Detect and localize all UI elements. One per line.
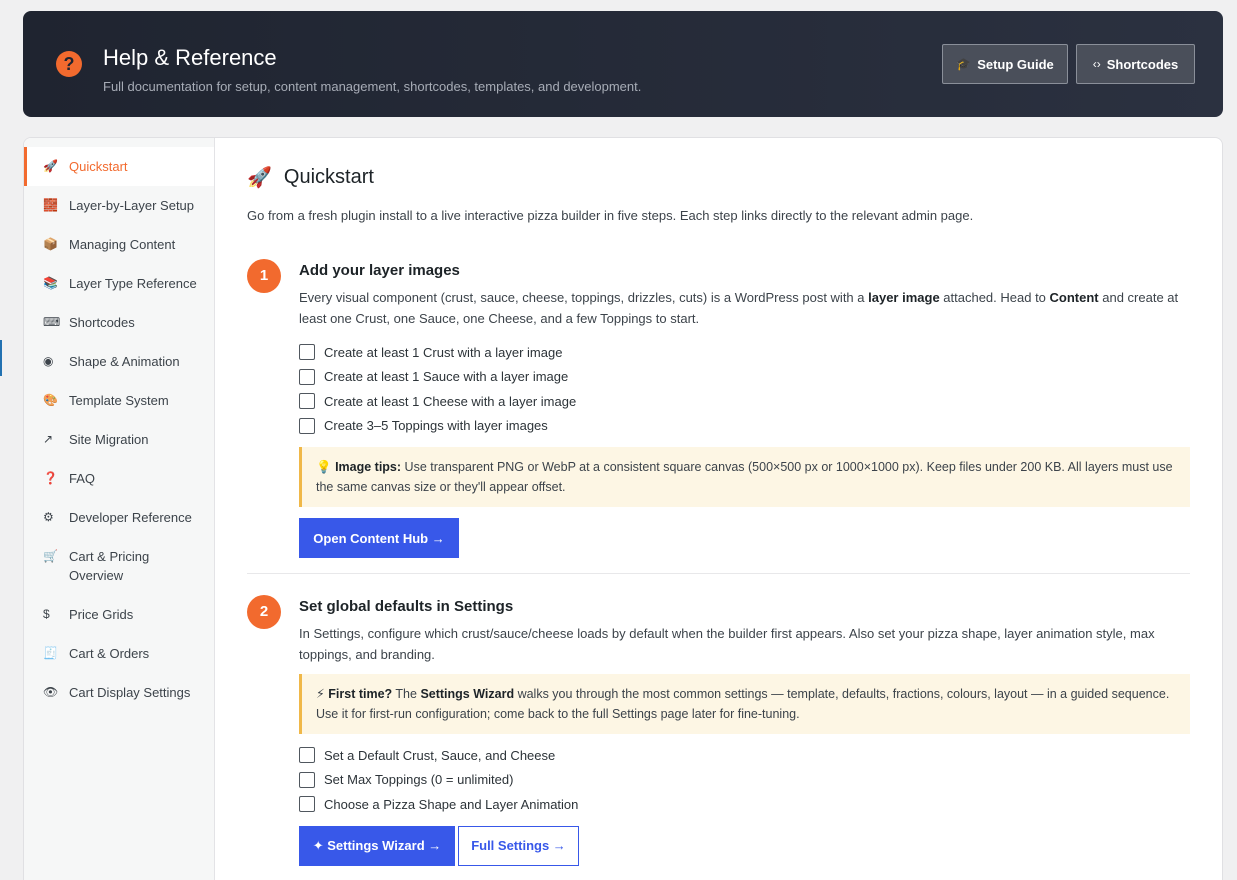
sidebar-item-site-migration[interactable]: ↗ Site Migration xyxy=(24,420,214,459)
sidebar-item-label: Cart & Pricing Overview xyxy=(69,549,150,583)
step-description: In Settings, configure which crust/sauce… xyxy=(299,626,1155,662)
lightbulb-icon: 💡 xyxy=(316,460,332,474)
first-time-callout: ⚡ First time? The Settings Wizard walks … xyxy=(299,674,1190,734)
help-content: 🚀 Quickstart Go from a fresh plugin inst… xyxy=(216,138,1222,880)
receipt-icon: 🧾 xyxy=(43,646,58,660)
sidebar-item-label: Cart Display Settings xyxy=(69,685,191,700)
checklist-item[interactable]: Set Max Toppings (0 = unlimited) xyxy=(299,768,1190,793)
section-title: 🚀 Quickstart xyxy=(247,165,374,190)
section-title-text: Quickstart xyxy=(283,166,374,188)
checklist-item[interactable]: Create at least 1 Cheese with a layer im… xyxy=(299,389,1190,414)
checkbox[interactable] xyxy=(299,771,315,788)
sidebar-item-quickstart[interactable]: 🚀 Quickstart xyxy=(24,147,214,186)
question-mark-icon: ❓ xyxy=(43,471,58,485)
sidebar-item-shape-animation[interactable]: ◉ Shape & Animation xyxy=(24,342,214,381)
sidebar-item-label: Quickstart xyxy=(69,159,128,174)
step-divider xyxy=(247,573,1190,574)
sidebar-item-label: Layer-by-Layer Setup xyxy=(69,198,195,213)
sidebar-item-label: Site Migration xyxy=(69,432,149,447)
sidebar-item-developer-reference[interactable]: ⚙ Developer Reference xyxy=(24,498,214,537)
checkbox[interactable] xyxy=(299,393,315,410)
package-icon: 📦 xyxy=(43,237,58,251)
graduation-cap-icon: 🎓 xyxy=(956,57,972,71)
sidebar-item-label: Layer Type Reference xyxy=(69,276,197,291)
help-icon: ? xyxy=(56,51,82,77)
checklist: Create at least 1 Crust with a layer ima… xyxy=(299,340,1190,438)
step-title: Add your layer images xyxy=(299,262,460,279)
checkbox[interactable] xyxy=(299,368,315,385)
dollar-icon: $ xyxy=(43,607,50,621)
bricks-icon: 🧱 xyxy=(43,198,58,212)
sidebar-item-label: Shortcodes xyxy=(69,315,135,330)
shortcodes-button[interactable]: ‹› Shortcodes xyxy=(1076,44,1195,84)
sidebar-item-cart-pricing[interactable]: 🛒 Cart & Pricing Overview xyxy=(24,537,214,595)
sidebar-item-layer-type-reference[interactable]: 📚 Layer Type Reference xyxy=(24,264,214,303)
checklist: Set a Default Crust, Sauce, and Cheese S… xyxy=(299,743,1190,817)
sidebar-item-price-grids[interactable]: $ Price Grids xyxy=(24,595,214,634)
checklist-item[interactable]: Set a Default Crust, Sauce, and Cheese xyxy=(299,743,1190,768)
checklist-item[interactable]: Create 3–5 Toppings with layer images xyxy=(299,414,1190,439)
page-title: Help & Reference xyxy=(103,45,277,70)
setup-guide-label: Setup Guide xyxy=(977,56,1054,72)
arrow-up-right-icon: ↗ xyxy=(43,432,54,446)
step-description: Every visual component (crust, sauce, ch… xyxy=(299,290,1179,326)
help-card: 🚀 Quickstart 🧱 Layer-by-Layer Setup 📦 Ma… xyxy=(23,137,1223,880)
admin-edge-indicator xyxy=(0,340,2,376)
settings-wizard-button[interactable]: ✦ Settings Wizard → xyxy=(299,825,455,866)
section-intro: Go from a fresh plugin install to a live… xyxy=(247,208,974,223)
keyboard-icon: ⌨ xyxy=(43,315,61,329)
gear-icon: ⚙ xyxy=(43,510,54,524)
books-icon: 📚 xyxy=(43,276,58,290)
checklist-item[interactable]: Create at least 1 Crust with a layer ima… xyxy=(299,340,1190,365)
sidebar-item-cart-display-settings[interactable]: 👁 Cart Display Settings xyxy=(24,673,214,712)
radio-circle-icon: ◉ xyxy=(43,354,54,368)
step-number-badge: 2 xyxy=(247,595,281,629)
rocket-icon: 🚀 xyxy=(43,159,58,173)
sidebar-item-shortcodes[interactable]: ⌨ Shortcodes xyxy=(24,303,214,342)
setup-guide-button[interactable]: 🎓 Setup Guide xyxy=(942,44,1068,84)
code-icon: ‹› xyxy=(1092,57,1101,71)
checkbox[interactable] xyxy=(299,747,315,764)
step-title: Set global defaults in Settings xyxy=(299,598,514,615)
shortcodes-label: Shortcodes xyxy=(1106,56,1179,72)
lightning-icon: ⚡ xyxy=(316,687,325,701)
eye-icon: 👁 xyxy=(43,685,59,699)
page-header: ? Help & Reference Full documentation fo… xyxy=(23,11,1223,117)
image-tips-callout: 💡 Image tips: Use transparent PNG or Web… xyxy=(299,447,1190,507)
checkbox[interactable] xyxy=(299,417,315,434)
help-sidebar: 🚀 Quickstart 🧱 Layer-by-Layer Setup 📦 Ma… xyxy=(24,138,215,880)
sidebar-item-template-system[interactable]: 🎨 Template System xyxy=(24,381,214,420)
sidebar-item-cart-orders[interactable]: 🧾 Cart & Orders xyxy=(24,634,214,673)
sidebar-item-label: Developer Reference xyxy=(69,510,192,525)
sidebar-item-label: FAQ xyxy=(69,471,96,486)
step-body: Set global defaults in Settings In Setti… xyxy=(299,595,1190,866)
sidebar-item-label: Managing Content xyxy=(69,237,176,252)
open-content-hub-button[interactable]: Open Content Hub → xyxy=(299,518,459,558)
palette-icon: 🎨 xyxy=(43,393,58,407)
checkbox[interactable] xyxy=(299,344,315,361)
sidebar-item-label: Cart & Orders xyxy=(69,646,150,661)
step-number-badge: 1 xyxy=(247,259,281,293)
checklist-item[interactable]: Choose a Pizza Shape and Layer Animation xyxy=(299,792,1190,817)
sidebar-item-label: Price Grids xyxy=(69,607,134,622)
checklist-item[interactable]: Create at least 1 Sauce with a layer ima… xyxy=(299,365,1190,390)
rocket-icon: 🚀 xyxy=(247,167,272,189)
page-subtitle: Full documentation for setup, content ma… xyxy=(103,79,642,94)
sidebar-item-label: Shape & Animation xyxy=(69,354,180,369)
full-settings-button[interactable]: Full Settings → xyxy=(458,825,579,866)
sidebar-item-managing-content[interactable]: 📦 Managing Content xyxy=(24,225,214,264)
sidebar-item-label: Template System xyxy=(69,393,169,408)
cart-icon: 🛒 xyxy=(43,549,58,563)
sidebar-item-layer-setup[interactable]: 🧱 Layer-by-Layer Setup xyxy=(24,186,214,225)
step-body: Add your layer images Every visual compo… xyxy=(299,259,1190,558)
sidebar-item-faq[interactable]: ❓ FAQ xyxy=(24,459,214,498)
checkbox[interactable] xyxy=(299,796,315,813)
